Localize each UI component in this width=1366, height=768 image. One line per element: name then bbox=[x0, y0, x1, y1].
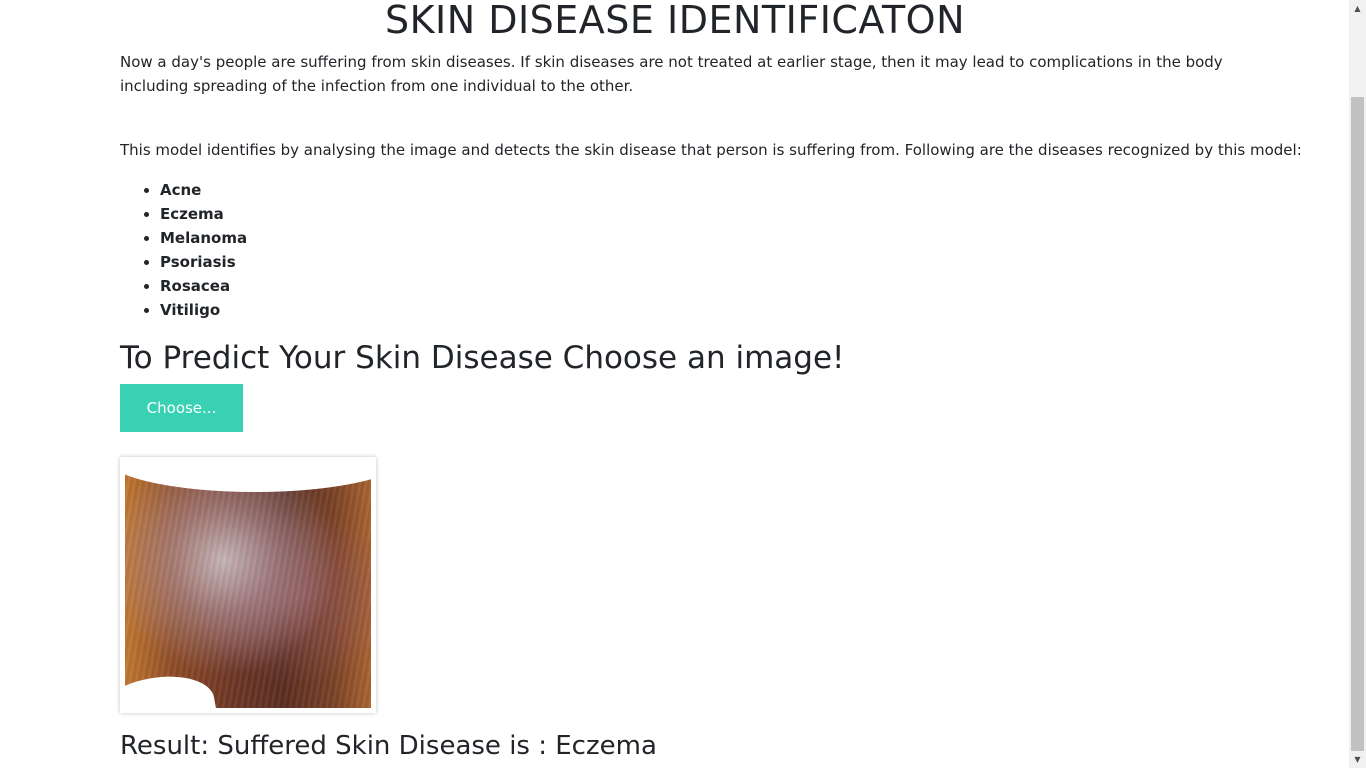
scroll-up-icon[interactable]: ▲ bbox=[1349, 0, 1366, 17]
image-preview bbox=[120, 457, 376, 713]
image-texture bbox=[125, 462, 371, 708]
scroll-thumb[interactable] bbox=[1351, 97, 1364, 751]
list-item: Eczema bbox=[160, 202, 247, 226]
choose-image-button[interactable]: Choose... bbox=[120, 384, 243, 432]
upload-heading: To Predict Your Skin Disease Choose an i… bbox=[120, 340, 845, 376]
list-item: Acne bbox=[160, 178, 247, 202]
scroll-down-icon[interactable]: ▼ bbox=[1349, 751, 1366, 768]
page-title: SKIN DISEASE IDENTIFICATON bbox=[384, 0, 966, 42]
intro-paragraph: Now a day's people are suffering from sk… bbox=[120, 53, 1223, 95]
list-item: Vitiligo bbox=[160, 298, 247, 322]
list-item: Melanoma bbox=[160, 226, 247, 250]
list-item: Rosacea bbox=[160, 274, 247, 298]
result-text: Result: Suffered Skin Disease is : Eczem… bbox=[120, 731, 657, 761]
vertical-scrollbar[interactable]: ▲ ▼ bbox=[1349, 0, 1366, 768]
model-description: This model identifies by analysing the i… bbox=[120, 141, 1302, 159]
uploaded-skin-image bbox=[125, 462, 371, 708]
list-item: Psoriasis bbox=[160, 250, 247, 274]
disease-list: Acne Eczema Melanoma Psoriasis Rosacea V… bbox=[120, 178, 247, 322]
